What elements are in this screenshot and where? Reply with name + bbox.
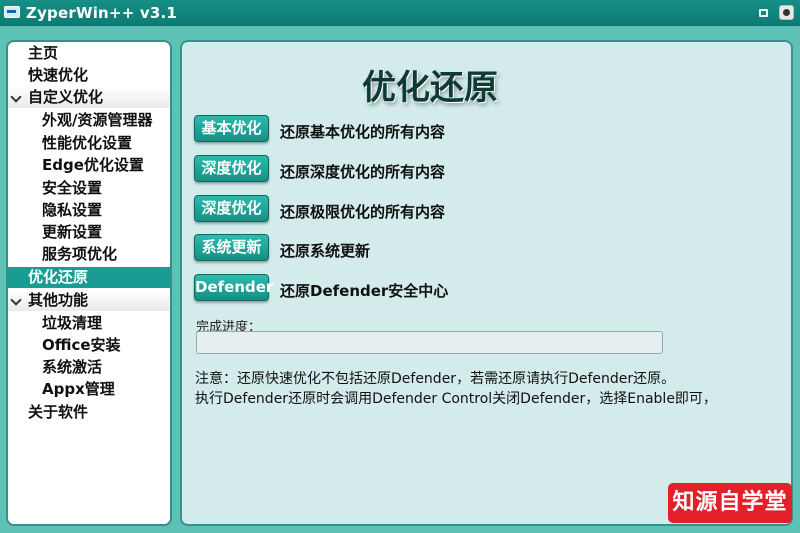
sidebar-item-label: 主页: [28, 44, 59, 62]
sidebar-item-security[interactable]: 安全设置: [8, 178, 170, 199]
sidebar-item-label: 服务项优化: [42, 245, 118, 263]
window-title: ZyperWin++ v3.1: [26, 4, 178, 22]
sidebar-item-label: 其他功能: [28, 291, 89, 309]
sidebar-item-services[interactable]: 服务项优化: [8, 244, 170, 265]
sidebar-item-label: 性能优化设置: [42, 134, 133, 152]
sidebar-item-update[interactable]: 更新设置: [8, 222, 170, 243]
sidebar-item-label: 系统激活: [42, 358, 103, 376]
main-panel: 优化还原 基本优化 还原基本优化的所有内容 深度优化 还原深度优化的所有内容 深…: [180, 40, 793, 526]
restore-defender-button[interactable]: Defender: [194, 274, 273, 301]
sidebar-item-label: 关于软件: [28, 403, 89, 421]
restore-button[interactable]: [756, 5, 771, 20]
restore-update-desc: 还原系统更新: [280, 242, 371, 260]
note-line-2: 执行Defender还原时会调用Defender Control关闭Defend…: [195, 391, 717, 407]
sidebar-item-label: 自定义优化: [28, 88, 104, 106]
sidebar-item-about[interactable]: 关于软件: [8, 402, 170, 423]
sidebar-item-label: Appx管理: [42, 380, 115, 398]
sidebar-item-appearance[interactable]: 外观/资源管理器: [8, 110, 170, 131]
sidebar-item-custom-optimize[interactable]: 自定义优化: [8, 87, 170, 108]
restore-basic-button[interactable]: 基本优化: [194, 115, 269, 142]
sidebar-item-label: 隐私设置: [42, 201, 103, 219]
sidebar-item-other[interactable]: 其他功能: [8, 290, 170, 311]
sidebar-item-edge[interactable]: Edge优化设置: [8, 155, 170, 176]
restore-extreme-desc: 还原极限优化的所有内容: [280, 203, 446, 221]
restore-deep-button[interactable]: 深度优化: [194, 155, 269, 182]
watermark-logo: 知源自学堂: [668, 483, 792, 523]
restore-deep-desc: 还原深度优化的所有内容: [280, 163, 446, 181]
page-title: 优化还原: [362, 68, 498, 108]
app-icon: [4, 6, 20, 18]
title-bar[interactable]: ZyperWin++ v3.1: [0, 0, 800, 26]
close-button[interactable]: [779, 5, 794, 20]
sidebar-item-performance[interactable]: 性能优化设置: [8, 133, 170, 154]
restore-update-button[interactable]: 系统更新: [194, 234, 269, 261]
sidebar-item-label: 优化还原: [28, 268, 89, 286]
note-line-1: 注意：还原快速优化不包括还原Defender，若需还原请执行Defender还原…: [195, 371, 676, 387]
sidebar-item-label: 外观/资源管理器: [42, 111, 153, 129]
sidebar-item-label: 更新设置: [42, 223, 103, 241]
restore-extreme-button[interactable]: 深度优化: [194, 195, 269, 222]
sidebar: 主页 快速优化 自定义优化 外观/资源管理器 性能优化设置 Edge优化设置 安…: [6, 40, 172, 526]
sidebar-item-office[interactable]: Office安装: [8, 335, 170, 356]
restore-defender-desc: 还原Defender安全中心: [280, 282, 449, 300]
sidebar-item-appx[interactable]: Appx管理: [8, 379, 170, 400]
chevron-down-icon[interactable]: [10, 294, 22, 306]
progress-bar: [196, 331, 663, 354]
sidebar-item-cleanup[interactable]: 垃圾清理: [8, 313, 170, 334]
sidebar-item-label: Office安装: [42, 336, 121, 354]
sidebar-item-label: 垃圾清理: [42, 314, 103, 332]
sidebar-item-label: Edge优化设置: [42, 156, 144, 174]
restore-basic-desc: 还原基本优化的所有内容: [280, 123, 446, 141]
chevron-down-icon[interactable]: [10, 91, 22, 103]
sidebar-item-quick-optimize[interactable]: 快速优化: [8, 65, 170, 86]
sidebar-item-home[interactable]: 主页: [8, 43, 170, 64]
sidebar-item-activation[interactable]: 系统激活: [8, 357, 170, 378]
sidebar-item-label: 安全设置: [42, 179, 103, 197]
sidebar-item-privacy[interactable]: 隐私设置: [8, 200, 170, 221]
sidebar-item-restore[interactable]: 优化还原: [8, 267, 170, 288]
sidebar-item-label: 快速优化: [28, 66, 89, 84]
